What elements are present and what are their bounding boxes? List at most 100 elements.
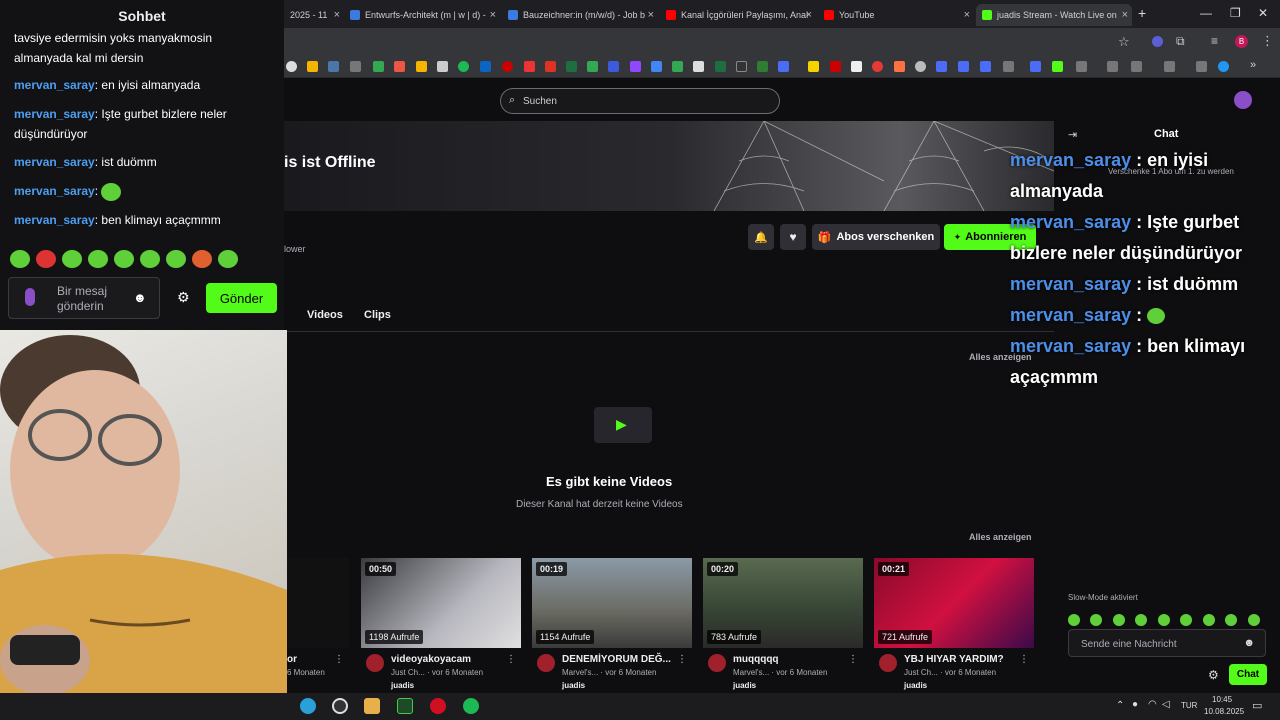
tab-videos[interactable]: Videos [307, 309, 343, 321]
clip-title[interactable]: or [287, 654, 297, 665]
emote-icon[interactable] [62, 250, 82, 268]
bookmark-icon[interactable] [328, 61, 339, 72]
audition-icon[interactable] [397, 698, 413, 714]
close-icon[interactable]: × [490, 9, 496, 21]
avatar[interactable] [708, 654, 726, 672]
bookmark-icon[interactable] [936, 61, 947, 72]
clip-title[interactable]: DENEMİYORUM DEĞ... [562, 654, 671, 665]
emote-icon[interactable] [1225, 614, 1238, 626]
bookmark-icon[interactable] [1030, 61, 1041, 72]
menu-dots-icon[interactable]: ⋮ [1261, 33, 1274, 49]
settings-gear-icon[interactable]: ⚙ [177, 289, 190, 306]
clip-title[interactable]: YBJ HIYAR YARDIM? [904, 654, 1004, 665]
bookmark-icon[interactable] [915, 61, 926, 72]
clip-user[interactable]: juadis [904, 681, 927, 690]
media-icon[interactable]: ≡ [1211, 34, 1218, 48]
user-avatar[interactable] [1234, 91, 1252, 109]
folder-icon[interactable] [1107, 61, 1118, 72]
left-chat-input[interactable]: Bir mesaj gönderin ☻ [8, 277, 160, 319]
follow-heart-button[interactable]: ♥ [780, 224, 806, 250]
opera-icon[interactable] [430, 698, 446, 714]
clock-date[interactable]: 10.08.2025 [1204, 707, 1244, 716]
star-icon[interactable]: ☆ [1118, 34, 1130, 50]
kick-icon[interactable] [1052, 61, 1063, 72]
bookmark-icon[interactable] [715, 61, 726, 72]
more-options-icon[interactable]: ⋮ [848, 654, 858, 665]
bookmark-icon[interactable] [458, 61, 469, 72]
chevron-right-icon[interactable]: » [1250, 59, 1256, 71]
avatar[interactable] [366, 654, 384, 672]
bookmark-icon[interactable] [416, 61, 427, 72]
clip-title[interactable]: videoyakoyacam [391, 654, 471, 665]
see-all-link[interactable]: Alles anzeigen [969, 532, 1032, 542]
emote-icon[interactable] [1112, 614, 1125, 626]
emote-icon[interactable] [1090, 614, 1103, 626]
folder-icon[interactable] [1196, 61, 1207, 72]
bookmark-icon[interactable] [524, 61, 535, 72]
bookmark-icon[interactable] [608, 61, 619, 72]
extension-icon[interactable] [1152, 36, 1163, 47]
tab-3[interactable]: Kanal İçgörüleri Paylaşımı, Anal × [660, 4, 816, 26]
notification-icon[interactable]: ▭ [1252, 699, 1262, 712]
emote-icon[interactable] [218, 250, 238, 268]
bookmark-icon[interactable] [1218, 61, 1229, 72]
app-icon[interactable] [364, 698, 380, 714]
bookmark-icon[interactable] [830, 61, 841, 72]
bookmark-icon[interactable] [894, 61, 905, 72]
bookmark-icon[interactable] [545, 61, 556, 72]
bookmark-icon[interactable] [693, 61, 704, 72]
folder-icon[interactable] [1003, 61, 1014, 72]
tab-clips[interactable]: Clips [364, 309, 391, 321]
notification-bell-button[interactable]: 🔔 [748, 224, 774, 250]
wifi-icon[interactable]: ◠ [1148, 699, 1157, 710]
bookmark-icon[interactable] [394, 61, 405, 72]
bookmark-icon[interactable] [566, 61, 577, 72]
folder-icon[interactable] [1076, 61, 1087, 72]
clip-thumbnail[interactable]: 00:19 1154 Aufrufe [532, 558, 692, 648]
tray-chevron-icon[interactable]: ⌃ [1116, 700, 1124, 711]
emote-icon[interactable] [1180, 614, 1193, 626]
emote-icon[interactable] [1202, 614, 1215, 626]
spotify-icon[interactable] [463, 698, 479, 714]
bookmark-icon[interactable] [373, 61, 384, 72]
emote-icon[interactable] [88, 250, 108, 268]
language-indicator[interactable]: TUR [1181, 701, 1197, 710]
bookmark-icon[interactable] [851, 61, 862, 72]
puzzle-icon[interactable]: ⧉ [1176, 34, 1185, 49]
emoji-icon[interactable]: ☻ [1243, 637, 1255, 649]
folder-icon[interactable] [1164, 61, 1175, 72]
folder-icon[interactable] [1131, 61, 1142, 72]
bookmark-icon[interactable] [757, 61, 768, 72]
folder-icon[interactable] [350, 61, 361, 72]
emote-icon[interactable] [166, 250, 186, 268]
bookmark-icon[interactable] [587, 61, 598, 72]
close-icon[interactable]: × [334, 9, 340, 21]
bookmark-icon[interactable] [736, 61, 747, 72]
emote-icon[interactable] [1157, 614, 1170, 626]
emote-icon[interactable] [36, 250, 56, 268]
bookmark-icon[interactable] [307, 61, 318, 72]
emote-icon[interactable] [192, 250, 212, 268]
emote-icon[interactable] [1068, 614, 1080, 626]
clip-thumbnail[interactable] [287, 558, 349, 648]
bookmark-icon[interactable] [437, 61, 448, 72]
bookmark-icon[interactable] [286, 61, 297, 72]
clip-user[interactable]: juadis [733, 681, 756, 690]
tab-4[interactable]: YouTube × [818, 4, 974, 26]
emoji-icon[interactable]: ☻ [133, 290, 147, 305]
telegram-icon[interactable] [300, 698, 316, 714]
avatar[interactable] [879, 654, 897, 672]
more-options-icon[interactable]: ⋮ [1019, 654, 1029, 665]
new-tab-button[interactable]: + [1138, 5, 1146, 21]
bookmark-icon[interactable] [502, 61, 513, 72]
emote-bar[interactable] [1068, 613, 1263, 626]
close-icon[interactable]: × [1122, 9, 1128, 21]
bookmark-icon[interactable] [778, 61, 789, 72]
chat-settings-icon[interactable]: ⚙ [1208, 668, 1219, 682]
emote-icon[interactable] [114, 250, 134, 268]
emote-icon[interactable] [10, 250, 30, 268]
emote-icon[interactable] [1247, 614, 1260, 626]
minimize-icon[interactable]: — [1200, 6, 1212, 20]
chat-message-input[interactable]: Sende eine Nachricht ☻ [1068, 629, 1266, 657]
obs-icon[interactable] [332, 698, 348, 714]
